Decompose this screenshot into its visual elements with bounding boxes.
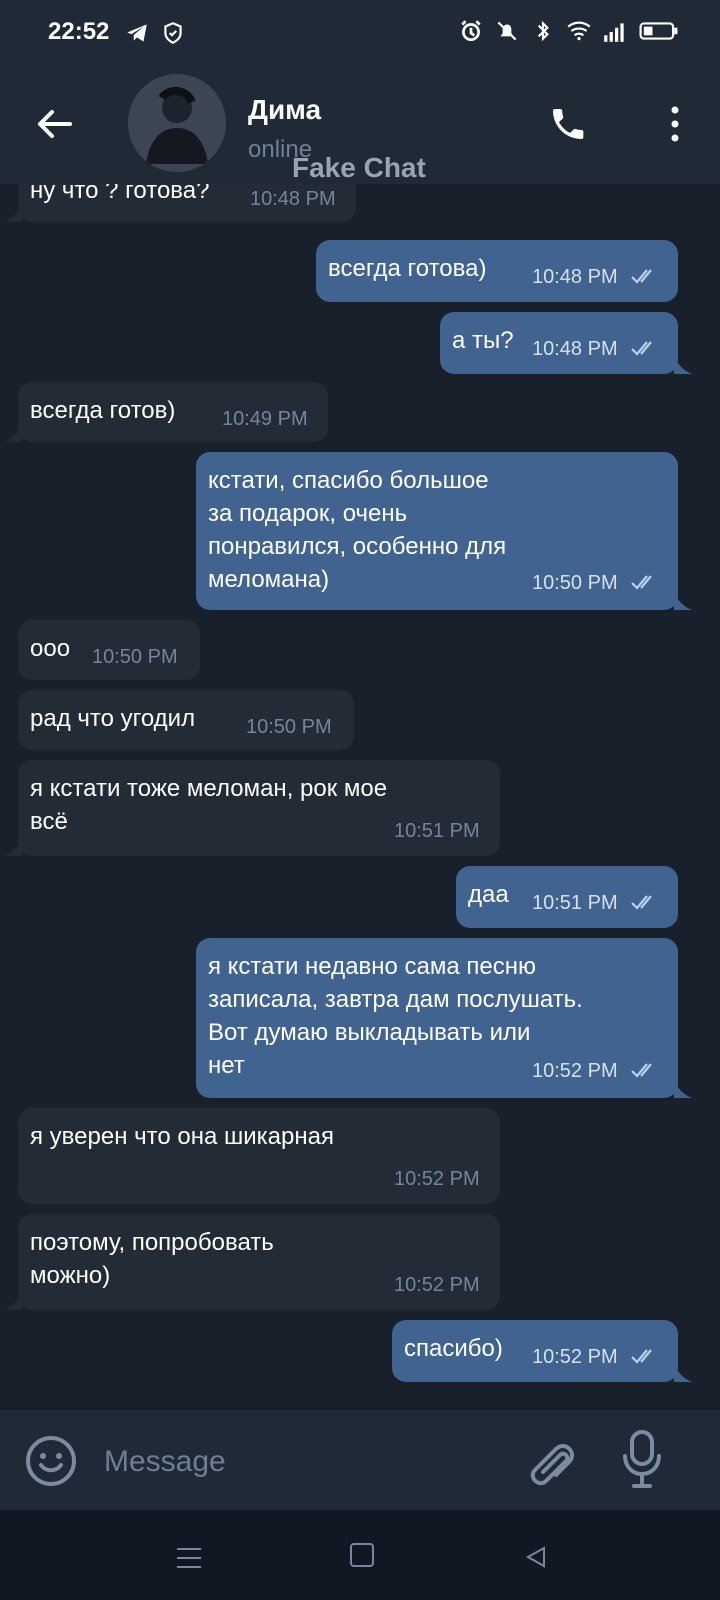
- message-time: 10:48 PM: [532, 266, 618, 288]
- message-text: я кстати недавно сама песню записала, за…: [208, 953, 583, 1079]
- message-bubble[interactable]: спасибо) 10:52 PM: [392, 1320, 692, 1382]
- message-bubble[interactable]: ооо 10:50 PM: [18, 620, 200, 680]
- telegram-icon: [127, 24, 147, 42]
- signal-icon: [604, 23, 624, 42]
- watermark: Fake Chat: [292, 152, 426, 183]
- message-bubble[interactable]: я кстати недавно сама песню записала, за…: [196, 938, 692, 1098]
- message-list: ну что ? готова? 10:48 PM всегда готова)…: [0, 184, 720, 1410]
- status-bar: 22:52: [0, 0, 720, 64]
- message-text: я уверен что она шикарная: [30, 1123, 334, 1150]
- message-time: 10:52 PM: [394, 1168, 480, 1190]
- message-time: 10:50 PM: [92, 646, 178, 668]
- message-bubble[interactable]: я уверен что она шикарная 10:52 PM: [18, 1108, 500, 1204]
- shield-icon: [164, 22, 182, 44]
- smile-icon[interactable]: [24, 1434, 78, 1488]
- avatar[interactable]: [128, 74, 226, 172]
- message-bubble[interactable]: а ты? 10:48 PM: [440, 312, 692, 374]
- wifi-icon: [567, 21, 591, 41]
- battery-icon: [639, 22, 678, 40]
- bubble-tail: [4, 204, 22, 222]
- double-check-icon: [631, 1349, 652, 1364]
- double-check-icon: [631, 341, 652, 356]
- double-check-icon: [631, 575, 652, 590]
- message-bubble[interactable]: ну что ? готова? 10:48 PM: [4, 184, 356, 222]
- bubble-tail: [674, 1080, 692, 1098]
- message-time: 10:49 PM: [222, 408, 308, 430]
- message-time: 10:52 PM: [532, 1346, 618, 1368]
- message-text: всегда готов): [30, 397, 176, 424]
- double-check-icon: [631, 1063, 652, 1078]
- recents-menu-icon[interactable]: [176, 1546, 202, 1570]
- message-time: 10:51 PM: [394, 820, 480, 842]
- back-triangle-icon[interactable]: [524, 1545, 548, 1569]
- message-time: 10:48 PM: [250, 188, 336, 210]
- message-text: всегда готова): [328, 255, 487, 282]
- message-time: 10:50 PM: [246, 716, 332, 738]
- system-navigation-bar: [0, 1510, 720, 1600]
- double-check-icon: [631, 895, 652, 910]
- message-bubble[interactable]: рад что угодил 10:50 PM: [18, 690, 354, 750]
- message-text: а ты?: [452, 327, 514, 354]
- message-text: поэтому, попробовать можно): [30, 1229, 274, 1289]
- message-bubble[interactable]: поэтому, попробовать можно) 10:52 PM: [4, 1214, 500, 1310]
- message-bubble[interactable]: я кстати тоже меломан, рок мое всё 10:51…: [4, 760, 500, 856]
- bluetooth-icon: [537, 20, 549, 42]
- double-check-icon: [631, 269, 652, 284]
- message-text: спасибо): [404, 1335, 503, 1362]
- chat-header: Дима online Fake Chat: [0, 64, 720, 184]
- message-bubble[interactable]: всегда готов) 10:49 PM: [4, 382, 328, 442]
- bubble-tail: [4, 838, 22, 856]
- message-time: 10:48 PM: [532, 338, 618, 360]
- bell-muted-icon: [497, 21, 517, 41]
- microphone-icon[interactable]: [620, 1428, 664, 1490]
- message-time: 10:52 PM: [532, 1060, 618, 1082]
- message-composer: [0, 1410, 720, 1510]
- message-time: 10:52 PM: [394, 1274, 480, 1296]
- message-text: ну что ? готова?: [30, 184, 210, 204]
- bubble-tail: [674, 1364, 692, 1382]
- more-vertical-icon[interactable]: [666, 102, 684, 146]
- bubble-tail: [674, 592, 692, 610]
- message-text: я кстати тоже меломан, рок мое всё: [30, 775, 388, 835]
- message-bubble[interactable]: кстати, спасибо большое за подарок, очен…: [196, 452, 692, 610]
- message-bubble[interactable]: даа 10:51 PM: [456, 866, 678, 928]
- bubble-tail: [4, 424, 22, 442]
- message-bubble[interactable]: всегда готова) 10:48 PM: [316, 240, 678, 302]
- paperclip-icon[interactable]: [526, 1430, 578, 1488]
- status-right-icons: [458, 18, 680, 44]
- avatar-image: [128, 74, 226, 172]
- message-text: кстати, спасибо большое за подарок, очен…: [208, 467, 507, 593]
- bubble-tail: [674, 356, 692, 374]
- message-time: 10:50 PM: [532, 572, 618, 594]
- status-time: 22:52: [48, 18, 110, 45]
- contact-name[interactable]: Дима: [248, 94, 321, 126]
- message-time: 10:51 PM: [532, 892, 618, 914]
- message-text: даа: [468, 881, 509, 908]
- back-arrow-icon[interactable]: [30, 106, 78, 142]
- alarm-icon: [461, 20, 481, 42]
- message-text: ооо: [30, 635, 71, 662]
- message-input[interactable]: [102, 1436, 486, 1488]
- bubble-tail: [4, 1292, 22, 1310]
- status-left-icons: [124, 20, 186, 46]
- home-square-icon[interactable]: [350, 1543, 374, 1567]
- phone-icon[interactable]: [548, 104, 588, 144]
- message-text: рад что угодил: [30, 705, 196, 732]
